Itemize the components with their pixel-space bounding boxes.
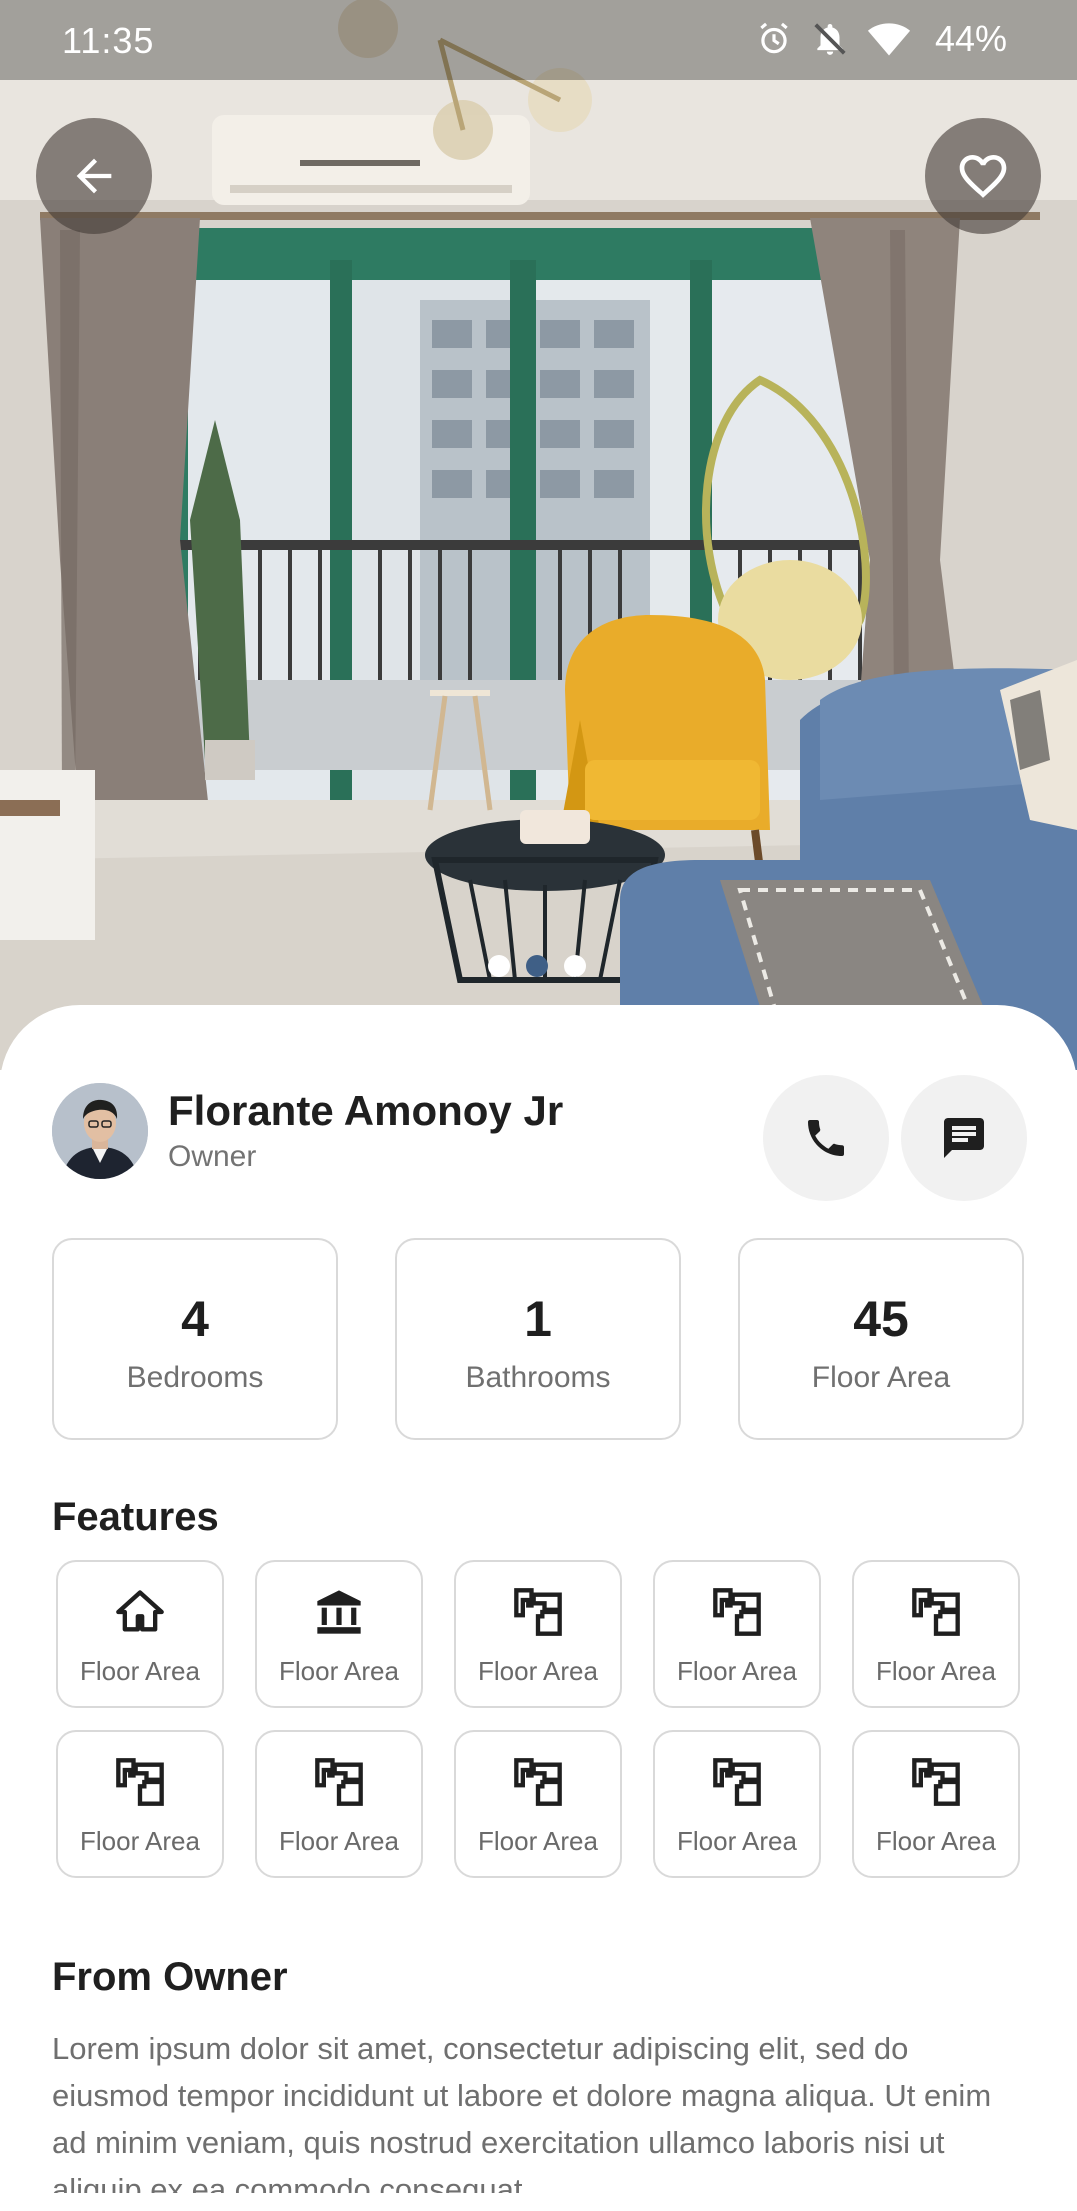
floor-plan-icon xyxy=(912,1758,960,1806)
feature-label: Floor Area xyxy=(876,1826,996,1856)
feature-label: Floor Area xyxy=(80,1656,200,1686)
stat-floor-area: 45 Floor Area xyxy=(738,1238,1024,1440)
battery-percent: 44% xyxy=(934,18,1007,59)
feature-label: Floor Area xyxy=(876,1656,996,1686)
feature-item[interactable]: Floor Area xyxy=(255,1560,423,1708)
feature-label: Floor Area xyxy=(478,1656,598,1686)
message-button[interactable] xyxy=(901,1075,1027,1201)
stat-value: 4 xyxy=(181,1291,209,1347)
heart-outline-icon xyxy=(959,155,1007,198)
floor-plan-icon xyxy=(514,1758,562,1806)
back-button[interactable] xyxy=(36,118,152,234)
feature-label: Floor Area xyxy=(478,1826,598,1856)
feature-label: Floor Area xyxy=(279,1826,399,1856)
details-sheet: Florante Amonoy Jr Owner 4 Bedrooms 1 Ba… xyxy=(0,1005,1077,2211)
hero-photo[interactable]: 11:35 44% xyxy=(0,0,1077,1070)
stat-bedrooms: 4 Bedrooms xyxy=(52,1238,338,1440)
owner-description: Lorem ipsum dolor sit amet, consectetur … xyxy=(52,2031,992,2193)
floor-plan-icon xyxy=(912,1588,960,1636)
feature-item[interactable]: Floor Area xyxy=(56,1730,224,1878)
house-icon xyxy=(116,1590,164,1632)
floor-plan-icon xyxy=(116,1758,164,1806)
floor-plan-icon xyxy=(713,1588,761,1636)
features-grid: Floor Area Floor Area Floor Area Floor A… xyxy=(56,1560,1022,1880)
feature-label: Floor Area xyxy=(80,1826,200,1856)
bank-icon xyxy=(317,1590,361,1634)
feature-label: Floor Area xyxy=(677,1656,797,1686)
property-stats: 4 Bedrooms 1 Bathrooms 45 Floor Area xyxy=(52,1238,1027,1444)
feature-label: Floor Area xyxy=(279,1656,399,1686)
stat-value: 45 xyxy=(853,1291,909,1347)
stat-label: Bathrooms xyxy=(465,1361,611,1394)
carousel-dot-3[interactable] xyxy=(564,955,586,977)
feature-label: Floor Area xyxy=(677,1826,797,1856)
feature-item[interactable]: Floor Area xyxy=(653,1560,821,1708)
phone-icon xyxy=(808,1120,844,1156)
floor-plan-icon xyxy=(315,1758,363,1806)
notifications-off-icon xyxy=(814,23,846,55)
chat-icon xyxy=(944,1118,984,1158)
avatar[interactable] xyxy=(52,1083,148,1179)
stat-value: 1 xyxy=(524,1291,552,1347)
stat-label: Floor Area xyxy=(811,1361,951,1394)
favorite-button[interactable] xyxy=(925,118,1041,234)
living-room-photo xyxy=(0,0,1077,1070)
call-button[interactable] xyxy=(763,1075,889,1201)
carousel-dot-2[interactable] xyxy=(526,955,548,977)
owner-row: Florante Amonoy Jr Owner xyxy=(52,1075,1027,1201)
status-time: 11:35 xyxy=(62,20,155,61)
from-owner-title: From Owner xyxy=(52,1955,288,1999)
owner-photo xyxy=(52,1083,148,1179)
carousel-dot-1[interactable] xyxy=(488,955,510,977)
feature-item[interactable]: Floor Area xyxy=(852,1730,1020,1878)
carousel-indicator xyxy=(488,955,586,977)
arrow-back-icon xyxy=(76,158,112,194)
floor-plan-icon xyxy=(713,1758,761,1806)
alarm-icon xyxy=(760,22,788,54)
wifi-icon xyxy=(867,23,911,56)
status-bar: 11:35 44% xyxy=(0,0,1077,80)
owner-role: Owner xyxy=(168,1140,257,1173)
feature-item[interactable]: Floor Area xyxy=(454,1730,622,1878)
features-title: Features xyxy=(52,1495,219,1539)
floor-plan-icon xyxy=(514,1588,562,1636)
stat-label: Bedrooms xyxy=(126,1361,264,1394)
feature-item[interactable]: Floor Area xyxy=(255,1730,423,1878)
feature-item[interactable]: Floor Area xyxy=(56,1560,224,1708)
feature-item[interactable]: Floor Area xyxy=(454,1560,622,1708)
owner-name: Florante Amonoy Jr xyxy=(168,1087,564,1134)
stat-bathrooms: 1 Bathrooms xyxy=(395,1238,681,1440)
feature-item[interactable]: Floor Area xyxy=(653,1730,821,1878)
feature-item[interactable]: Floor Area xyxy=(852,1560,1020,1708)
status-icons: 44% xyxy=(755,18,1007,60)
